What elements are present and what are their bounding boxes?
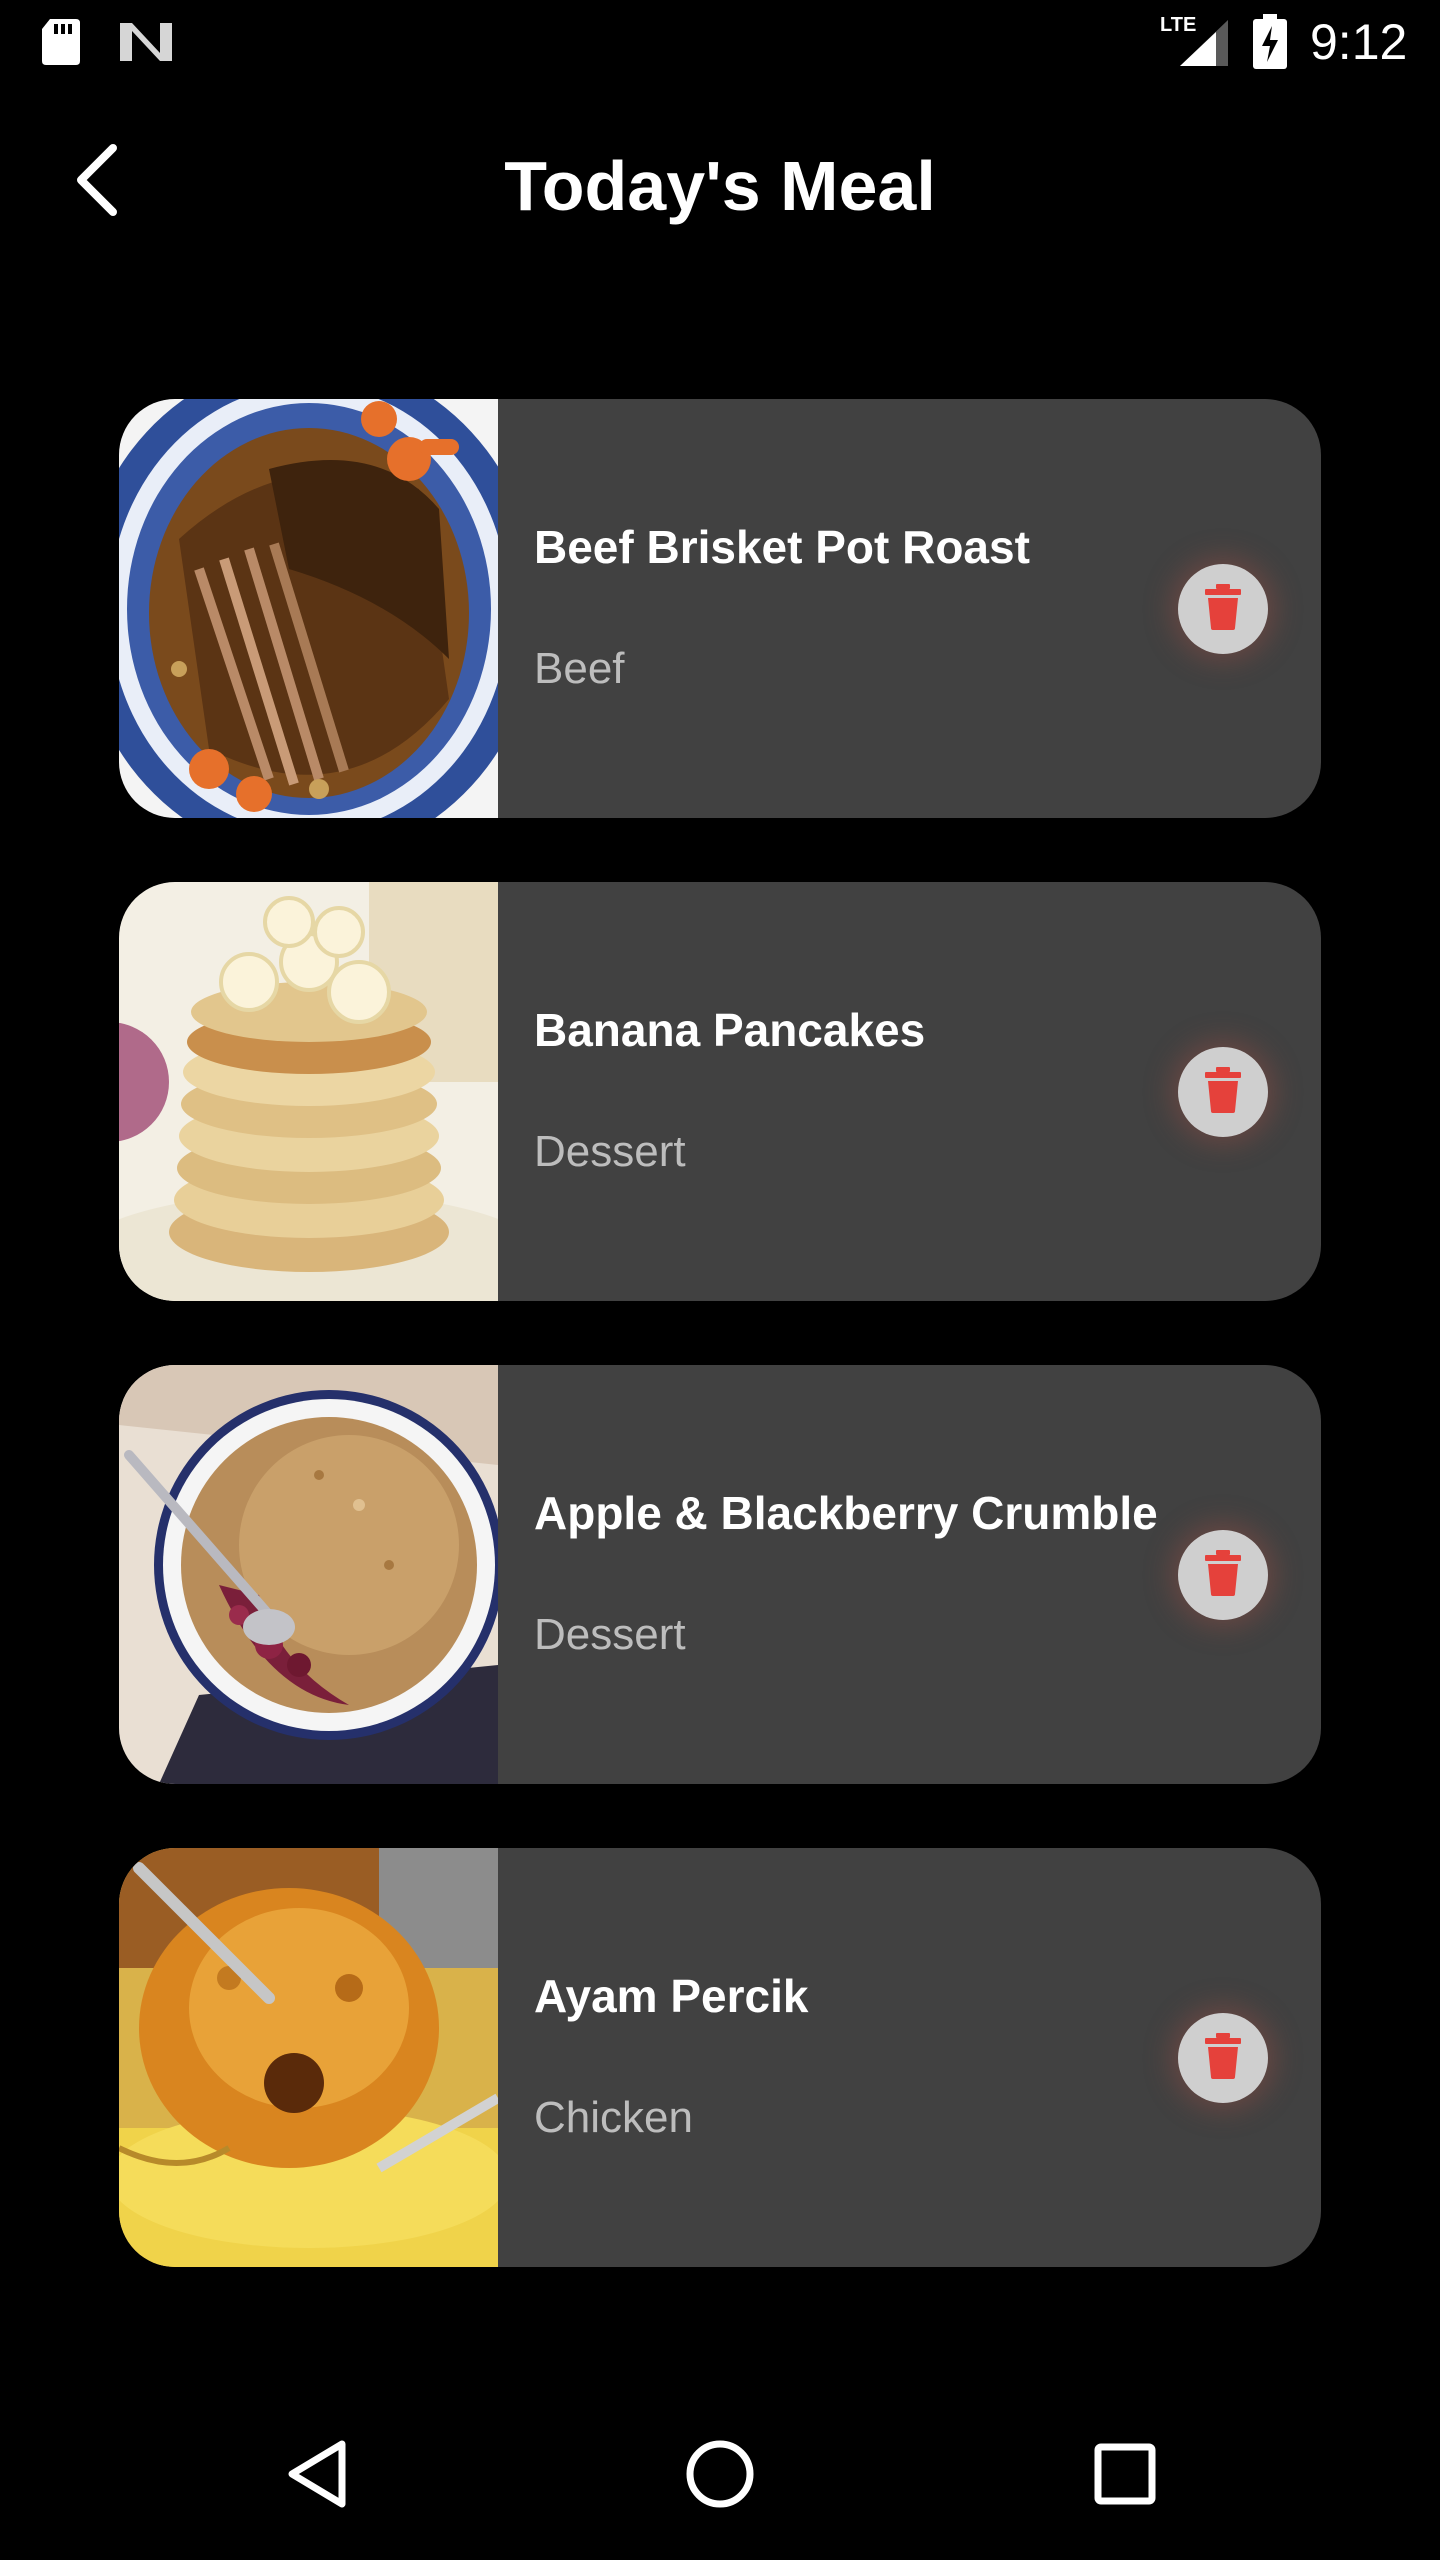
meal-list: Beef Brisket Pot Roast Beef Banana Panca…	[119, 399, 1321, 2331]
meal-card[interactable]: Apple & Blackberry Crumble Dessert	[119, 1365, 1321, 1784]
sd-card-icon	[40, 17, 82, 72]
status-time: 9:12	[1310, 14, 1408, 70]
status-bar: LTE 9:12	[0, 0, 1440, 84]
battery-charging-icon	[1252, 14, 1288, 75]
meal-name: Banana Pancakes	[534, 1004, 926, 1056]
navigation-bar	[0, 2392, 1440, 2560]
trash-icon	[1204, 2032, 1242, 2084]
delete-button[interactable]	[1178, 1530, 1268, 1620]
nav-home-icon	[685, 2439, 755, 2514]
meal-name: Apple & Blackberry Crumble	[534, 1487, 1158, 1539]
meal-category: Beef	[534, 644, 625, 693]
page-title: Today's Meal	[504, 147, 936, 225]
meal-category: Dessert	[534, 1127, 686, 1176]
delete-button[interactable]	[1178, 2013, 1268, 2103]
trash-icon	[1204, 583, 1242, 635]
nav-back-button[interactable]	[276, 2436, 356, 2516]
meal-category: Dessert	[534, 1610, 686, 1659]
nav-back-icon	[284, 2438, 348, 2515]
meal-card[interactable]: Banana Pancakes Dessert	[119, 882, 1321, 1301]
crumble-image	[119, 1365, 498, 1784]
delete-button[interactable]	[1178, 564, 1268, 654]
trash-icon	[1204, 1066, 1242, 1118]
meal-card[interactable]: Ayam Percik Chicken	[119, 1848, 1321, 2267]
nav-home-button[interactable]	[680, 2436, 760, 2516]
meal-category: Chicken	[534, 2093, 693, 2142]
meal-name: Beef Brisket Pot Roast	[534, 521, 1030, 573]
delete-button[interactable]	[1178, 1047, 1268, 1137]
ayam-percik-image	[119, 1848, 498, 2267]
banana-pancakes-image	[119, 882, 498, 1301]
trash-icon	[1204, 1549, 1242, 1601]
meal-card[interactable]: Beef Brisket Pot Roast Beef	[119, 399, 1321, 818]
nav-recents-icon	[1094, 2443, 1156, 2510]
app-bar: Today's Meal	[0, 84, 1440, 280]
nav-recents-button[interactable]	[1085, 2436, 1165, 2516]
n-notification-icon	[118, 19, 174, 70]
beef-brisket-image	[119, 399, 498, 818]
meal-name: Ayam Percik	[534, 1970, 809, 2022]
lte-signal-icon	[1176, 18, 1230, 73]
